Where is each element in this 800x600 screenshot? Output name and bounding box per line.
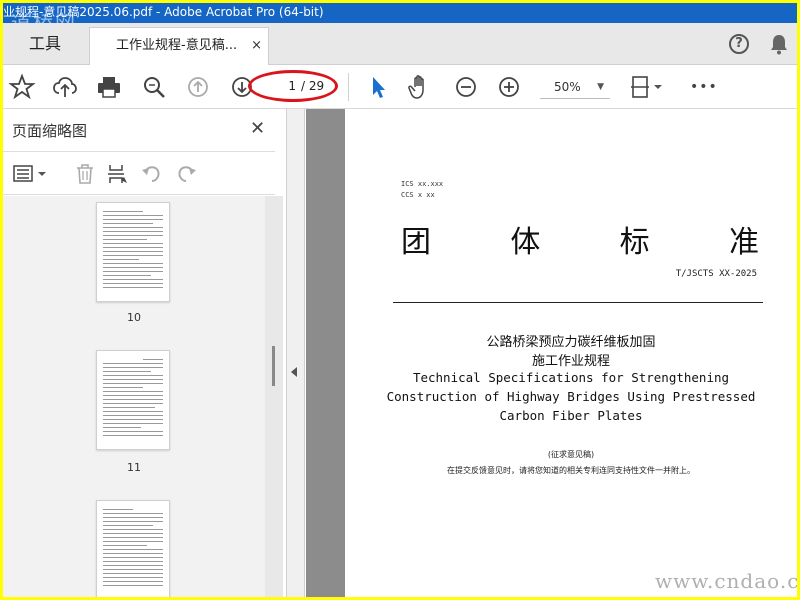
more-icon[interactable]: ••• — [690, 73, 718, 101]
fit-page-icon[interactable] — [629, 73, 665, 101]
collapse-arrow-icon[interactable] — [291, 367, 297, 377]
panel-toolbar — [3, 151, 275, 195]
thumbnail-page-10[interactable] — [96, 202, 170, 302]
cn-title-line-1: 公路桥梁预应力碳纤维板加固 — [486, 335, 656, 350]
rotate-cw-icon[interactable] — [174, 162, 198, 186]
zoom-search-icon[interactable] — [140, 73, 168, 101]
zoom-select[interactable]: 50% ▼ — [540, 75, 610, 99]
page-up-icon[interactable] — [184, 73, 212, 101]
document-page: ICS xx.xxx CCS x xx 团 体 标 准 T/JSCTS XX-2… — [345, 109, 797, 597]
tab-tools[interactable]: 工具 — [3, 23, 87, 65]
help-icon[interactable]: ? — [729, 34, 749, 54]
window-title: 业规程-意见稿2025.06.pdf - Adobe Acrobat Pro (… — [3, 5, 324, 19]
tab-close-button[interactable]: × — [251, 28, 262, 64]
tab-bar: 工具 工作业规程-意见稿... × ? — [3, 23, 797, 65]
toolbar-separator — [348, 73, 349, 101]
insert-page-icon[interactable] — [106, 162, 130, 186]
select-arrow-icon[interactable] — [364, 73, 392, 101]
cn-title-line-2: 施工作业规程 — [531, 354, 610, 369]
zoom-out-icon[interactable] — [452, 73, 480, 101]
standard-title-char: 准 — [728, 225, 759, 260]
rotate-ccw-icon[interactable] — [140, 162, 164, 186]
ics-line: ICS xx.xxx — [401, 180, 444, 188]
ics-code: ICS xx.xxx CCS x xx — [401, 179, 443, 201]
standard-title-char: 团 — [401, 225, 431, 260]
standard-number: T/JSCTS XX-2025 — [675, 269, 757, 279]
highlight-circle — [248, 70, 338, 102]
ccs-line: CCS x xx — [401, 191, 435, 199]
thumbnail-label-11: 11 — [127, 461, 141, 474]
trash-icon[interactable] — [73, 162, 97, 186]
upload-icon[interactable] — [51, 73, 79, 101]
standard-title-char: 标 — [619, 225, 650, 260]
zoom-in-icon[interactable] — [495, 73, 523, 101]
thumbnail-list: 10 11 — [3, 196, 265, 597]
standard-title-char: 体 — [510, 225, 541, 260]
star-icon[interactable] — [8, 73, 36, 101]
standard-title: 团 体 标 准 — [401, 217, 759, 260]
thumbnail-panel: 页面缩略图 ✕ 10 11 — [3, 109, 287, 597]
thumbnail-page-12[interactable] — [96, 500, 170, 597]
options-menu-icon[interactable] — [12, 164, 48, 184]
patent-note: 在提交反馈意见时，请将您知道的相关专利连同支持性文件一并附上。 — [447, 466, 695, 475]
scrollbar-thumb[interactable] — [272, 346, 275, 386]
thumbnail-label-10: 10 — [127, 311, 141, 324]
app-window: 业规程-意见稿2025.06.pdf - Adobe Acrobat Pro (… — [3, 3, 797, 597]
panel-close-button[interactable]: ✕ — [250, 118, 265, 139]
en-title-line-3: Carbon Fiber Plates — [499, 408, 643, 423]
document-view: ICS xx.xxx CCS x xx 团 体 标 准 T/JSCTS XX-2… — [306, 109, 797, 597]
thumbnail-page-11[interactable] — [96, 350, 170, 450]
chevron-down-icon: ▼ — [597, 82, 604, 92]
thumbnail-scrollbar[interactable] — [265, 196, 283, 597]
panel-title: 页面缩略图 — [12, 122, 88, 140]
panel-collapse-strip[interactable] — [287, 109, 305, 597]
print-icon[interactable] — [95, 73, 123, 101]
title-bar: 业规程-意见稿2025.06.pdf - Adobe Acrobat Pro (… — [3, 3, 797, 23]
hand-icon[interactable] — [406, 73, 434, 101]
en-title-line-2: Construction of Highway Bridges Using Pr… — [386, 389, 756, 404]
draft-label: (征求意见稿) — [547, 450, 595, 459]
zoom-value: 50% — [554, 80, 581, 94]
title-rule — [393, 302, 763, 303]
en-title-line-1: Technical Specifications for Strengtheni… — [412, 370, 730, 385]
tab-document[interactable]: 工作业规程-意见稿... × — [89, 27, 269, 65]
tab-document-label: 工作业规程-意见稿... — [116, 38, 238, 53]
bell-icon[interactable] — [769, 33, 789, 55]
toolbar: 1 / 29 50% ▼ ••• — [3, 65, 797, 109]
